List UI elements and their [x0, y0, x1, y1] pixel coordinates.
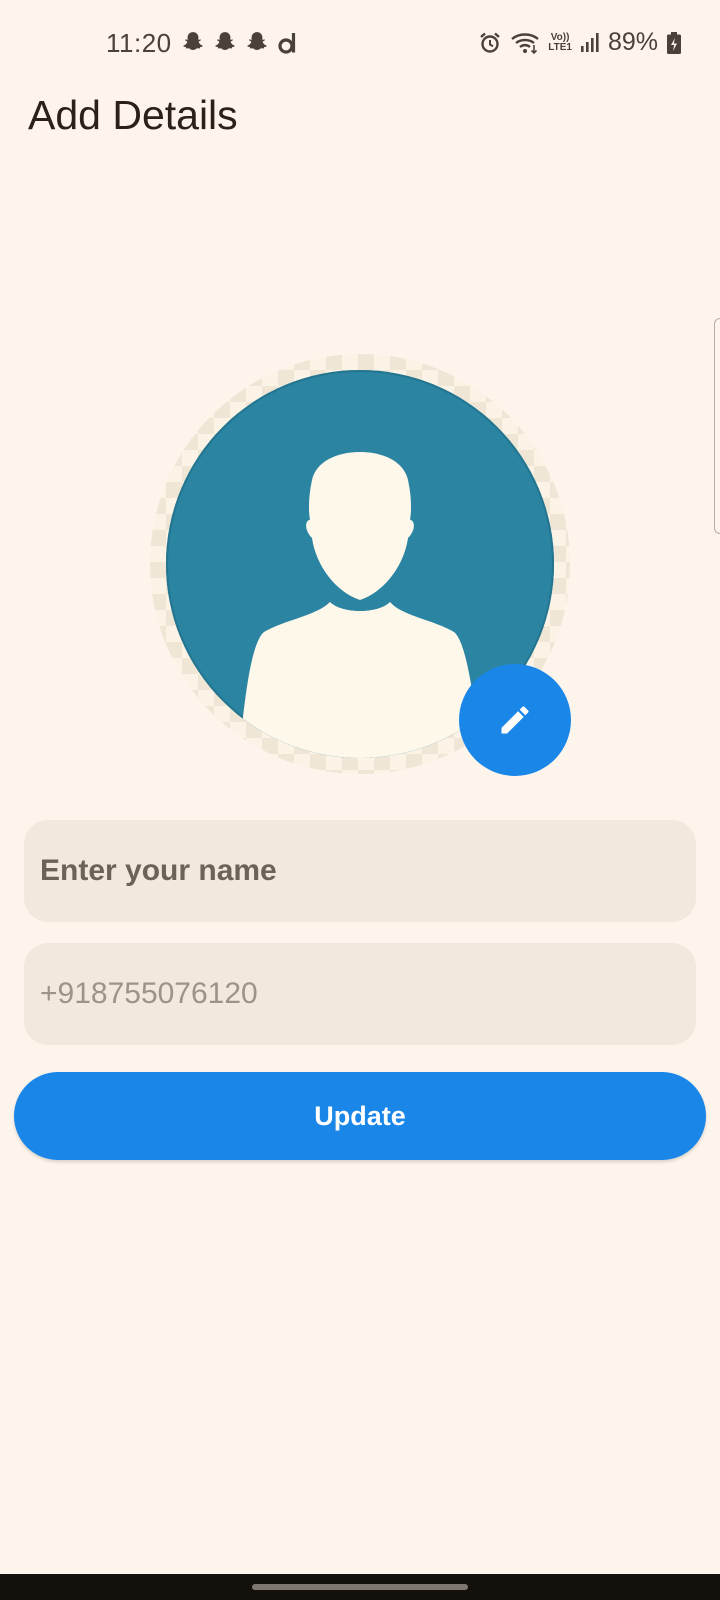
snapchat-icon	[183, 32, 203, 51]
system-icons: Vo)) LTE1 89%	[478, 28, 682, 57]
page-title: Add Details	[28, 92, 238, 138]
edit-photo-button[interactable]	[459, 664, 571, 776]
volte-bottom-label: LTE1	[548, 41, 572, 53]
status-bar: 11:20 Vo)) LTE1 89%	[0, 0, 720, 88]
phone-input[interactable]	[24, 943, 696, 1045]
status-time: 11:20	[106, 28, 172, 58]
battery-charging-icon	[667, 31, 681, 54]
wifi-icon	[511, 32, 540, 54]
home-gesture-handle[interactable]	[252, 1584, 468, 1590]
navigation-bar	[0, 1574, 720, 1600]
signal-icon	[580, 32, 599, 52]
snapchat-icon	[215, 32, 235, 51]
volte-top-label: Vo))	[550, 31, 570, 43]
update-button[interactable]: Update	[14, 1072, 706, 1160]
alarm-icon	[480, 32, 501, 53]
name-input[interactable]	[24, 820, 696, 922]
pencil-icon	[501, 706, 529, 734]
volte-icon: Vo)) LTE1	[548, 31, 572, 53]
d-app-icon	[278, 33, 296, 54]
battery-percentage: 89%	[607, 28, 658, 56]
notification-icons	[180, 30, 300, 56]
edge-panel-handle[interactable]	[714, 318, 720, 534]
snapchat-icon	[247, 32, 267, 51]
